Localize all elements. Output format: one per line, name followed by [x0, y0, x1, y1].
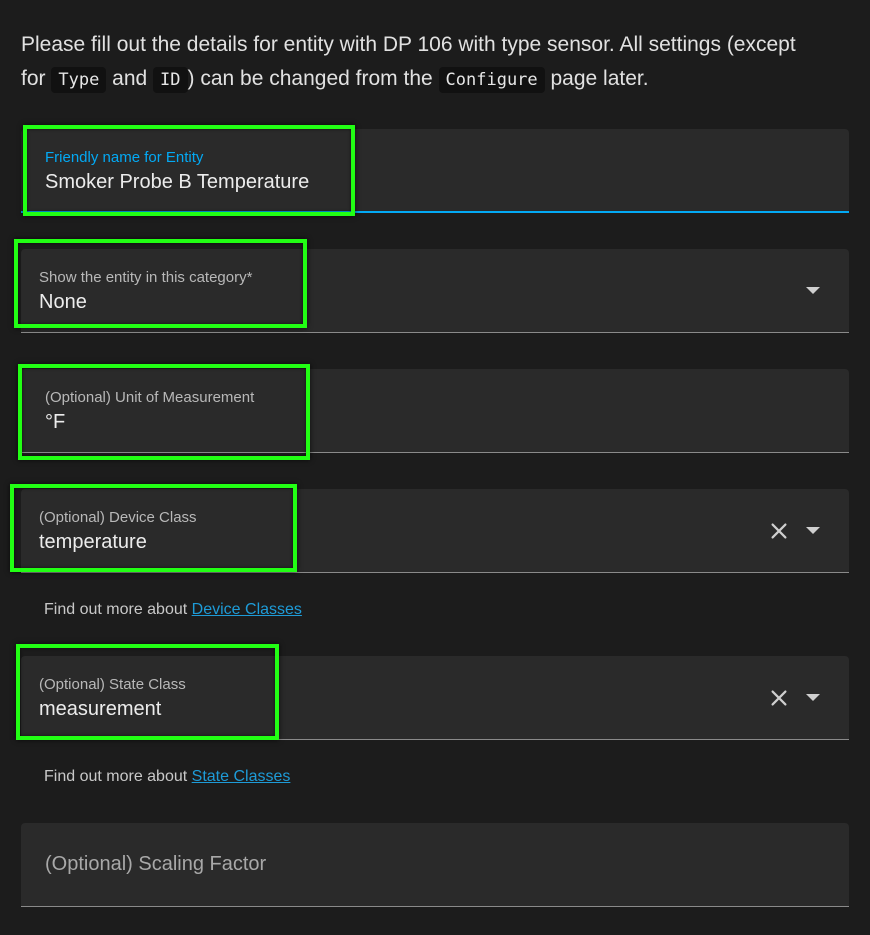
- intro-part3: page later.: [550, 67, 649, 90]
- device-class-helper: Find out more about Device Classes: [44, 601, 302, 619]
- device-class-helper-text: Find out more about: [44, 601, 188, 618]
- highlight-box-category: [14, 239, 307, 328]
- clear-icon[interactable]: [768, 687, 790, 709]
- intro-and: and: [112, 67, 148, 90]
- device-classes-link[interactable]: Device Classes: [192, 601, 302, 618]
- highlight-box-unit: [18, 364, 310, 460]
- state-classes-link[interactable]: State Classes: [192, 768, 291, 785]
- dropdown-arrow-icon[interactable]: [806, 287, 820, 294]
- clear-icon[interactable]: [768, 520, 790, 542]
- dropdown-arrow-icon[interactable]: [806, 527, 820, 534]
- highlight-box-friendly-name: [23, 125, 355, 216]
- scaling-factor-placeholder[interactable]: (Optional) Scaling Factor: [45, 853, 266, 876]
- scaling-factor-field[interactable]: (Optional) Scaling Factor: [21, 823, 849, 907]
- code-id: ID: [153, 67, 188, 93]
- state-class-helper-text: Find out more about: [44, 768, 188, 785]
- highlight-box-device-class: [10, 484, 297, 572]
- state-class-helper: Find out more about State Classes: [44, 768, 290, 786]
- dropdown-arrow-icon[interactable]: [806, 694, 820, 701]
- code-configure: Configure: [438, 67, 545, 93]
- intro-part2: ) can be changed from the: [187, 67, 433, 90]
- code-type: Type: [51, 67, 107, 93]
- highlight-box-state-class: [16, 644, 279, 740]
- intro-text: Please fill out the details for entity w…: [21, 28, 821, 97]
